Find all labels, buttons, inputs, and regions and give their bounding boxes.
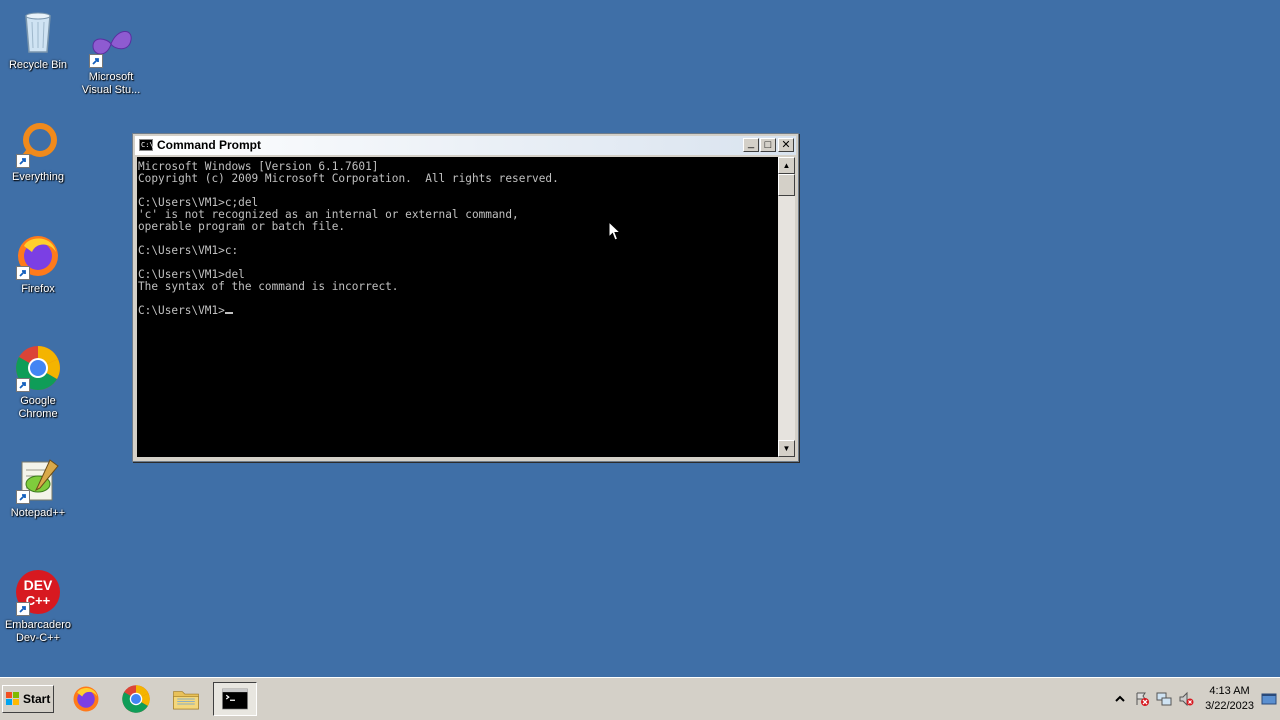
desktop-icon-label: Google Chrome [18, 395, 58, 420]
window-title: Command Prompt [157, 138, 262, 152]
desktop-icon-label: Everything [12, 171, 64, 183]
clock-time: 4:13 AM [1209, 685, 1250, 697]
scroll-up-button[interactable]: ▲ [778, 157, 795, 174]
show-desktop-button[interactable] [1261, 691, 1277, 707]
system-tray: 4:13 AM 3/22/2023 [1105, 678, 1280, 720]
command-prompt-window[interactable]: C:\ Command Prompt _ □ ✕ Microsoft Windo… [132, 133, 799, 462]
show-hidden-icons-button[interactable] [1112, 691, 1128, 707]
cmd-icon[interactable]: C:\ [139, 139, 154, 151]
start-button[interactable]: Start [2, 685, 54, 713]
shortcut-arrow-icon [16, 378, 30, 392]
desktop-icon-recycle-bin[interactable]: Recycle Bin [0, 8, 76, 72]
firefox-icon [73, 686, 99, 712]
taskbar: Start 4:13 AM 3/22/2023 [0, 677, 1280, 720]
chevron-up-icon [1115, 695, 1125, 702]
vertical-scrollbar[interactable]: ▲ ▼ [778, 157, 795, 457]
mouse-pointer-icon [608, 221, 621, 241]
volume-muted-icon [1179, 691, 1194, 707]
window-titlebar[interactable]: C:\ Command Prompt _ □ ✕ [135, 136, 796, 155]
console-text: Microsoft Windows [Version 6.1.7601] Cop… [138, 160, 559, 317]
scroll-thumb[interactable] [778, 174, 795, 196]
console-output[interactable]: Microsoft Windows [Version 6.1.7601] Cop… [137, 157, 778, 457]
desktop-icon-label: Firefox [21, 283, 55, 295]
desktop-icon-label: Microsoft Visual Stu... [81, 71, 141, 96]
start-label: Start [23, 692, 51, 706]
desktop-icon-dev-cpp[interactable]: DEV C++ Embarcadero Dev-C++ [0, 568, 76, 645]
cmd-icon-glyph: C:\ [141, 141, 154, 149]
action-center-icon [1136, 692, 1149, 706]
desktop-icon-firefox[interactable]: Firefox [0, 232, 76, 296]
shortcut-arrow-icon [16, 602, 30, 616]
desktop-icon-label: Recycle Bin [8, 59, 68, 71]
desktop-icon-label: Embarcadero Dev-C++ [4, 619, 72, 644]
svg-text:DEV: DEV [24, 577, 53, 593]
taskbar-app-chrome[interactable] [114, 682, 158, 716]
chrome-icon [122, 685, 150, 713]
volume-tray[interactable] [1178, 691, 1194, 707]
scroll-down-button[interactable]: ▼ [778, 440, 795, 457]
shortcut-arrow-icon [16, 154, 30, 168]
show-desktop-icon [1261, 693, 1277, 705]
arrow-down-icon: ▼ [782, 444, 791, 453]
folder-icon [173, 691, 199, 710]
taskbar-clock[interactable]: 4:13 AM 3/22/2023 [1205, 684, 1254, 714]
clock-date: 3/22/2023 [1205, 700, 1254, 712]
desktop-icon-label: Notepad++ [10, 507, 66, 519]
windows-logo-icon [6, 692, 19, 705]
maximize-icon: □ [764, 138, 772, 151]
taskbar-app-firefox[interactable] [64, 682, 108, 716]
text-cursor [224, 312, 233, 314]
cmd-icon [222, 688, 248, 710]
taskbar-app-file-explorer[interactable] [164, 682, 208, 716]
network-icon [1156, 692, 1172, 706]
minimize-button[interactable]: _ [743, 136, 759, 152]
arrow-up-icon: ▲ [782, 161, 791, 170]
maximize-button[interactable]: □ [760, 138, 776, 152]
shortcut-arrow-icon [16, 266, 30, 280]
desktop-icon-visual-studio[interactable]: Microsoft Visual Stu... [73, 20, 149, 97]
close-button[interactable]: ✕ [778, 138, 794, 152]
desktop-icon-chrome[interactable]: Google Chrome [0, 344, 76, 421]
minimize-icon: _ [747, 136, 755, 149]
desktop-icon-notepad-plus-plus[interactable]: Notepad++ [0, 456, 76, 520]
shortcut-arrow-icon [89, 54, 103, 68]
network-tray[interactable] [1156, 691, 1172, 707]
desktop-icon-everything[interactable]: Everything [0, 120, 76, 184]
close-icon: ✕ [781, 138, 791, 151]
recycle-bin-icon [25, 12, 51, 53]
action-center-tray[interactable] [1134, 691, 1150, 707]
taskbar-app-command-prompt[interactable] [213, 682, 257, 716]
shortcut-arrow-icon [16, 490, 30, 504]
